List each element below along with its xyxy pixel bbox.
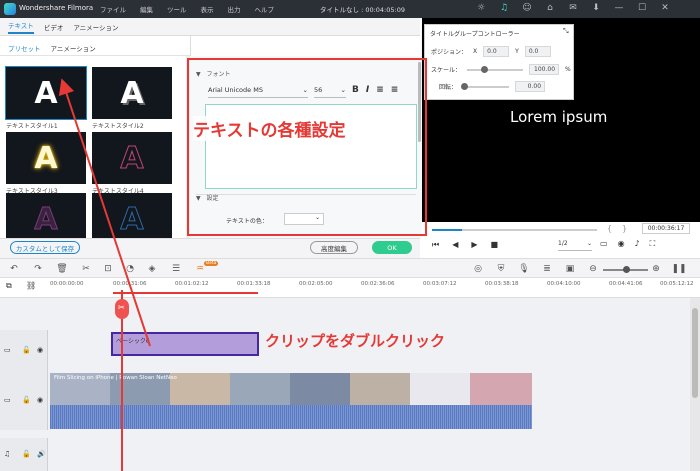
annotation-arrow [58, 78, 151, 347]
